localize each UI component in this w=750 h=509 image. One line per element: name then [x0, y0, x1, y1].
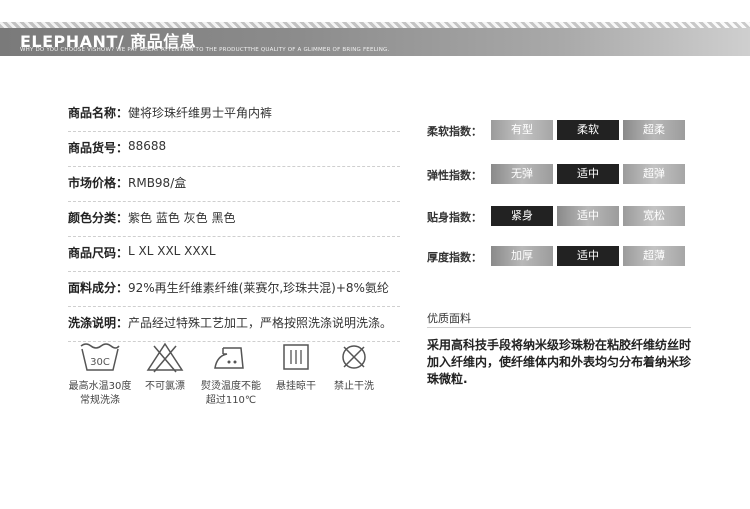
info-row-sku: 商品货号： 88688 — [68, 132, 400, 167]
info-row-sizes: 商品尺码： L XL XXL XXXL — [68, 237, 400, 272]
info-label: 洗涤说明： — [68, 316, 129, 330]
info-value: 88688 — [128, 139, 167, 153]
index-option-selected: 适中 — [557, 164, 619, 184]
page-subtitle: WHY DO YOU CHOOSE VISHOW? WE PAY GREAT A… — [20, 47, 390, 53]
header-banner: ELEPHANT/ 商品信息 WHY DO YOU CHOOSE VISHOW?… — [0, 22, 750, 56]
info-label: 面料成分： — [68, 281, 129, 295]
info-value: 产品经过特殊工艺加工，严格按照洗涤说明洗涤。 — [128, 316, 393, 330]
index-label: 弹性指数： — [427, 169, 482, 182]
index-option: 超弹 — [623, 164, 685, 184]
info-label: 商品尺码： — [68, 246, 129, 260]
no-dry-clean-icon — [342, 345, 366, 369]
info-value: L XL XXL XXXL — [128, 244, 216, 258]
info-row-name: 商品名称： 健将珍珠纤维男士平角内裤 — [68, 97, 400, 132]
index-option: 适中 — [557, 206, 619, 226]
index-label: 厚度指数： — [427, 251, 482, 264]
thickness-index: 厚度指数： 加厚 适中 超薄 — [427, 246, 691, 266]
index-option: 有型 — [491, 120, 553, 140]
index-option-selected: 柔软 — [557, 120, 619, 140]
index-option: 加厚 — [491, 246, 553, 266]
index-label: 贴身指数： — [427, 211, 482, 224]
info-label: 商品名称： — [68, 106, 129, 120]
elasticity-index: 弹性指数： 无弹 适中 超弹 — [427, 164, 691, 184]
info-row-colors: 颜色分类： 紫色 蓝色 灰色 黑色 — [68, 202, 400, 237]
care-caption: 禁止干洗 — [314, 380, 394, 394]
fit-index: 贴身指数： 紧身 适中 宽松 — [427, 206, 691, 226]
index-option-selected: 紧身 — [491, 206, 553, 226]
info-row-material: 面料成分： 92%再生纤维素纤维(莱赛尔,珍珠共混)+8%氨纶 — [68, 272, 400, 307]
info-value: 健将珍珠纤维男士平角内裤 — [128, 106, 273, 120]
care-caption-line: 常规洗涤 — [80, 395, 120, 406]
divider — [427, 327, 691, 328]
index-label: 柔软指数： — [427, 125, 482, 138]
index-option: 超柔 — [623, 120, 685, 140]
index-option: 超薄 — [623, 246, 685, 266]
care-caption-line: 超过110℃ — [205, 395, 257, 406]
care-caption-line: 禁止干洗 — [334, 381, 374, 392]
index-option-selected: 适中 — [557, 246, 619, 266]
softness-index: 柔软指数： 有型 柔软 超柔 — [427, 120, 691, 140]
info-label: 颜色分类： — [68, 211, 129, 225]
info-label: 市场价格： — [68, 176, 129, 190]
product-info-list: 商品名称： 健将珍珠纤维男士平角内裤 商品货号： 88688 市场价格： RMB… — [68, 97, 400, 342]
index-option: 宽松 — [623, 206, 685, 226]
iron-icon — [214, 347, 244, 369]
info-value: RMB98/盒 — [128, 176, 187, 190]
wash-30-icon: 30C — [80, 343, 120, 371]
hang-dry-icon — [283, 344, 309, 370]
svg-text:30C: 30C — [90, 357, 110, 368]
info-value: 92%再生纤维素纤维(莱赛尔,珍珠共混)+8%氨纶 — [128, 281, 389, 295]
info-label: 商品货号： — [68, 141, 129, 155]
no-bleach-icon — [146, 342, 184, 373]
care-item-dryclean: 禁止干洗 — [314, 340, 394, 394]
info-row-washing: 洗涤说明： 产品经过特殊工艺加工，严格按照洗涤说明洗涤。 — [68, 307, 400, 342]
quality-description: 采用高科技手段将纳米级珍珠粉在粘胶纤维纺丝时加入纤维内，使纤维体内和外表均匀分布… — [427, 338, 692, 386]
quality-title: 优质面料 — [427, 312, 471, 325]
index-option: 无弹 — [491, 164, 553, 184]
info-value: 紫色 蓝色 灰色 黑色 — [128, 211, 236, 225]
info-row-price: 市场价格： RMB98/盒 — [68, 167, 400, 202]
